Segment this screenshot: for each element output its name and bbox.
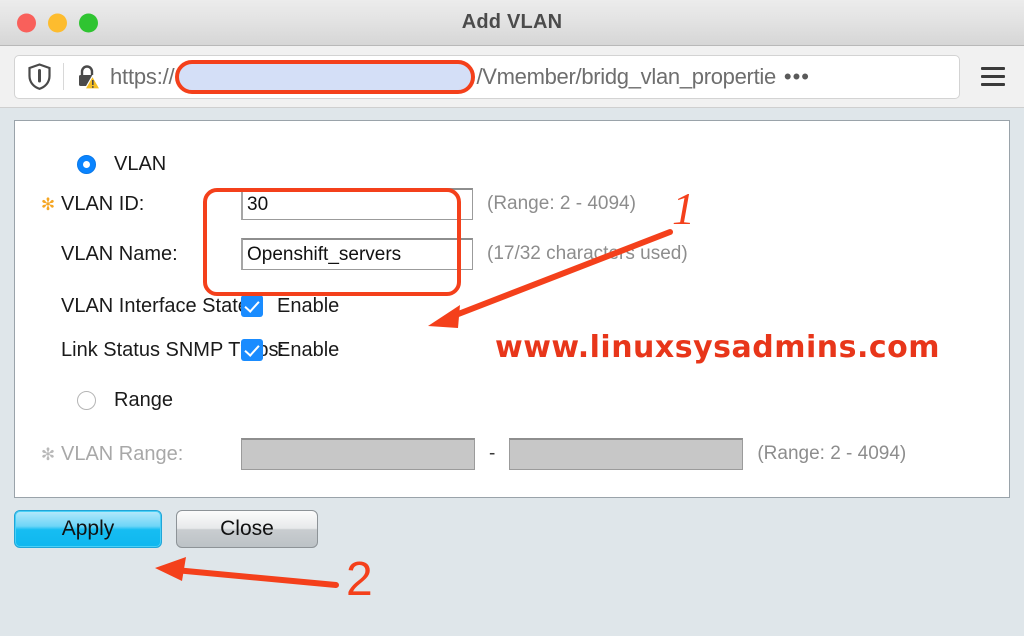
- vlan-id-row: ✻ VLAN ID: (Range: 2 - 4094): [15, 185, 1009, 223]
- vlan-interface-state-checkbox[interactable]: [241, 295, 263, 317]
- vlan-range-row: ✻ VLAN Range: - (Range: 2 - 4094): [15, 435, 1009, 473]
- radio-range[interactable]: [77, 390, 96, 410]
- add-vlan-window: Add VLAN https:// /Vmember/bridg_vlan_pr…: [0, 0, 1024, 636]
- snmp-traps-checkbox[interactable]: [241, 339, 263, 361]
- close-button[interactable]: Close: [176, 510, 318, 548]
- vlan-name-label: VLAN Name:: [61, 242, 178, 265]
- vlan-id-input[interactable]: [241, 188, 473, 220]
- snmp-traps-row: Link Status SNMP Traps: Enable: [15, 331, 1009, 369]
- lock-warning-icon[interactable]: [75, 63, 101, 90]
- maximize-window-button[interactable]: [79, 13, 98, 32]
- radio-vlan[interactable]: [77, 154, 96, 174]
- page-body: VLAN ✻ VLAN ID: (Range: 2 - 4094) VLAN N…: [0, 108, 1024, 636]
- close-window-button[interactable]: [17, 13, 36, 32]
- required-marker-icon: ✻: [40, 194, 56, 214]
- vlan-id-hint: (Range: 2 - 4094): [487, 193, 636, 214]
- vlan-interface-state-enable-label: Enable: [277, 294, 340, 317]
- page-actions-icon[interactable]: •••: [784, 64, 810, 90]
- shield-icon[interactable]: [27, 63, 64, 90]
- vlan-interface-state-label: VLAN Interface State:: [61, 294, 255, 317]
- vlan-range-start-input[interactable]: [241, 438, 475, 470]
- snmp-traps-enable-label: Enable: [277, 338, 340, 361]
- hamburger-menu-icon[interactable]: [976, 57, 1010, 97]
- minimize-window-button[interactable]: [48, 13, 67, 32]
- radio-vlan-label: VLAN: [114, 152, 167, 175]
- window-controls: [17, 13, 98, 32]
- vlan-range-separator: -: [489, 443, 496, 464]
- url-path-text: /Vmember/bridg_vlan_propertie: [476, 63, 776, 89]
- vlan-range-hint: (Range: 2 - 4094): [757, 443, 907, 464]
- form-action-buttons: Apply Close: [14, 510, 318, 548]
- window-titlebar: Add VLAN: [0, 0, 1024, 46]
- url-scheme-text: https://: [110, 63, 175, 89]
- vlan-mode-row[interactable]: VLAN: [15, 143, 1009, 185]
- apply-button[interactable]: Apply: [14, 510, 162, 548]
- snmp-traps-label: Link Status SNMP Traps:: [61, 338, 285, 361]
- window-title: Add VLAN: [461, 11, 563, 33]
- vlan-name-input[interactable]: [241, 238, 473, 270]
- vlan-interface-state-row: VLAN Interface State: Enable: [15, 287, 1009, 325]
- vlan-name-row: VLAN Name: (17/32 characters used): [15, 235, 1009, 273]
- vlan-range-end-input[interactable]: [509, 438, 744, 470]
- vlan-name-hint: (17/32 characters used): [487, 243, 688, 264]
- hamburger-line: [981, 67, 1005, 70]
- hamburger-line: [981, 83, 1005, 86]
- vlan-form-panel: VLAN ✻ VLAN ID: (Range: 2 - 4094) VLAN N…: [14, 120, 1010, 498]
- required-marker-icon-disabled: ✻: [40, 444, 56, 464]
- url-bar[interactable]: https:// /Vmember/bridg_vlan_propertie •…: [14, 54, 960, 99]
- url-host-redacted[interactable]: [175, 59, 476, 94]
- range-mode-row[interactable]: Range: [15, 379, 1009, 421]
- vlan-range-label: VLAN Range:: [61, 442, 184, 465]
- browser-toolbar: https:// /Vmember/bridg_vlan_propertie •…: [0, 46, 1024, 108]
- vlan-id-label: VLAN ID:: [61, 192, 145, 215]
- radio-range-label: Range: [114, 388, 173, 411]
- hamburger-line: [981, 75, 1005, 78]
